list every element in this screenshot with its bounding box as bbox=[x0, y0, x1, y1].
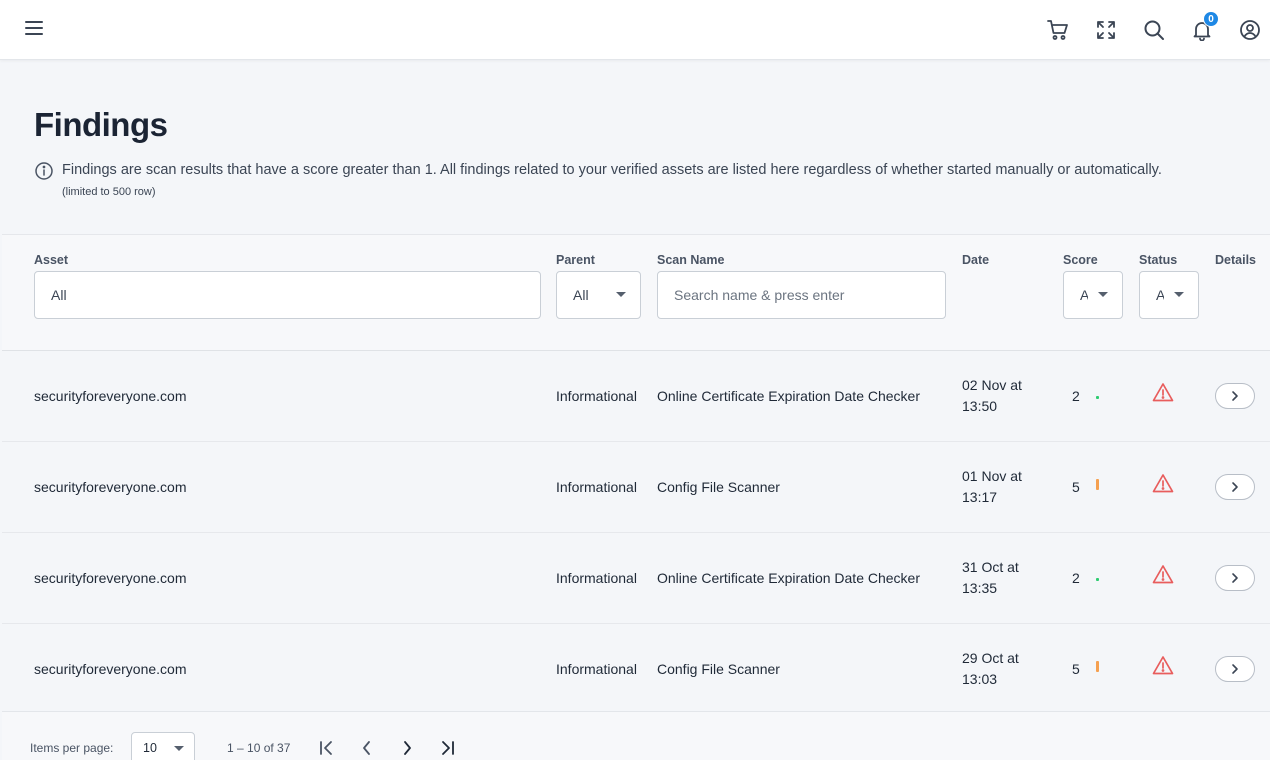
score-filter-label: Score bbox=[1063, 253, 1098, 267]
score-bar bbox=[1096, 396, 1099, 399]
row-date: 31 Oct at 13:35 bbox=[962, 557, 1042, 599]
info-icon bbox=[35, 162, 53, 180]
score-filter-select[interactable]: All bbox=[1063, 271, 1123, 319]
info-text: Findings are scan results that have a sc… bbox=[62, 162, 1162, 178]
row-asset: securityforeveryone.com bbox=[34, 661, 187, 677]
chevron-down-icon bbox=[616, 292, 626, 297]
chevron-right-icon bbox=[1232, 573, 1238, 583]
row-parent: Informational bbox=[556, 570, 637, 586]
row-score: 5 bbox=[1072, 479, 1080, 495]
paginator: Items per page: 10 1 – 10 of 37 bbox=[2, 711, 1270, 760]
row-asset: securityforeveryone.com bbox=[34, 479, 187, 495]
warning-icon bbox=[1152, 474, 1174, 493]
date-column-label: Date bbox=[962, 253, 990, 267]
warning-icon bbox=[1152, 565, 1174, 584]
notification-badge: 0 bbox=[1203, 11, 1219, 27]
table-row: securityforeveryone.com Informational Co… bbox=[2, 442, 1270, 533]
scan-name-filter-label: Scan Name bbox=[657, 253, 725, 267]
row-date-day: 29 Oct at bbox=[962, 650, 1019, 666]
info-subtext: (limited to 500 row) bbox=[62, 186, 156, 198]
warning-icon bbox=[1152, 656, 1174, 675]
parent-filter-value: All bbox=[573, 287, 589, 303]
row-parent: Informational bbox=[556, 661, 637, 677]
row-date: 29 Oct at 13:03 bbox=[962, 648, 1042, 690]
next-page-button[interactable] bbox=[395, 737, 419, 759]
page-title: Findings bbox=[34, 106, 168, 143]
asset-filter-label: Asset bbox=[34, 253, 69, 267]
page-range-label: 1 – 10 of 37 bbox=[227, 741, 291, 755]
row-parent: Informational bbox=[556, 479, 637, 495]
row-date-time: 13:35 bbox=[962, 580, 998, 596]
parent-filter-label: Parent bbox=[556, 253, 595, 267]
first-page-button[interactable] bbox=[315, 737, 339, 759]
chevron-right-icon bbox=[1232, 482, 1238, 492]
chevron-down-icon bbox=[1174, 292, 1184, 297]
account-icon[interactable] bbox=[1234, 14, 1266, 46]
row-asset: securityforeveryone.com bbox=[34, 388, 187, 404]
row-date-time: 13:17 bbox=[962, 489, 998, 505]
items-per-page-select[interactable]: 10 bbox=[131, 732, 195, 760]
status-filter-value: All bbox=[1156, 287, 1164, 303]
items-per-page-label: Items per page: bbox=[30, 741, 114, 755]
row-date: 02 Nov at 13:50 bbox=[962, 375, 1042, 417]
filter-bar: Asset All Parent All Scan Name Search na… bbox=[2, 234, 1270, 351]
chevron-right-icon bbox=[404, 741, 411, 755]
bell-icon[interactable]: 0 bbox=[1186, 11, 1219, 46]
menu-icon[interactable] bbox=[20, 14, 48, 42]
top-bar: 0 bbox=[0, 0, 1270, 60]
table-row: securityforeveryone.com Informational On… bbox=[2, 351, 1270, 442]
details-button[interactable] bbox=[1215, 474, 1255, 500]
row-date-time: 13:03 bbox=[962, 671, 998, 687]
status-filter-label: Status bbox=[1139, 253, 1178, 267]
row-date-day: 31 Oct at bbox=[962, 559, 1019, 575]
cart-icon[interactable] bbox=[1042, 14, 1074, 46]
table-row: securityforeveryone.com Informational Co… bbox=[2, 624, 1270, 715]
status-filter-select[interactable]: All bbox=[1139, 271, 1199, 319]
scan-name-search-input[interactable]: Search name & press enter bbox=[657, 271, 946, 319]
row-date-time: 13:50 bbox=[962, 398, 998, 414]
chevron-down-icon bbox=[1098, 292, 1108, 297]
table-row: securityforeveryone.com Informational On… bbox=[2, 533, 1270, 624]
row-score: 5 bbox=[1072, 661, 1080, 677]
items-per-page-value: 10 bbox=[143, 741, 157, 755]
last-page-button[interactable] bbox=[435, 737, 459, 759]
row-date-day: 01 Nov at bbox=[962, 468, 1022, 484]
row-parent: Informational bbox=[556, 388, 637, 404]
score-bar bbox=[1096, 578, 1099, 581]
row-scan-name: Online Certificate Expiration Date Check… bbox=[657, 388, 921, 404]
asset-filter-select[interactable]: All bbox=[34, 271, 541, 319]
previous-page-button[interactable] bbox=[355, 737, 379, 759]
search-icon[interactable] bbox=[1138, 14, 1170, 46]
row-score: 2 bbox=[1072, 388, 1080, 404]
row-date-day: 02 Nov at bbox=[962, 377, 1022, 393]
row-date: 01 Nov at 13:17 bbox=[962, 466, 1042, 508]
row-scan-name: Online Certificate Expiration Date Check… bbox=[657, 570, 921, 586]
details-column-label: Details bbox=[1215, 253, 1256, 267]
details-button[interactable] bbox=[1215, 565, 1255, 591]
score-bar bbox=[1096, 661, 1099, 672]
parent-filter-select[interactable]: All bbox=[556, 271, 641, 319]
details-button[interactable] bbox=[1215, 656, 1255, 682]
fullscreen-icon[interactable] bbox=[1090, 14, 1122, 46]
details-button[interactable] bbox=[1215, 383, 1255, 409]
row-asset: securityforeveryone.com bbox=[34, 570, 187, 586]
row-score: 2 bbox=[1072, 570, 1080, 586]
scan-name-placeholder: Search name & press enter bbox=[674, 287, 845, 303]
last-page-icon bbox=[442, 741, 454, 755]
chevron-right-icon bbox=[1232, 391, 1238, 401]
score-filter-value: All bbox=[1080, 287, 1088, 303]
chevron-left-icon bbox=[363, 741, 370, 755]
row-scan-name: Config File Scanner bbox=[657, 661, 780, 677]
asset-filter-value: All bbox=[51, 287, 67, 303]
chevron-right-icon bbox=[1232, 664, 1238, 674]
warning-icon bbox=[1152, 383, 1174, 402]
row-scan-name: Config File Scanner bbox=[657, 479, 780, 495]
first-page-icon bbox=[320, 741, 332, 755]
chevron-down-icon bbox=[174, 746, 184, 751]
score-bar bbox=[1096, 479, 1099, 490]
